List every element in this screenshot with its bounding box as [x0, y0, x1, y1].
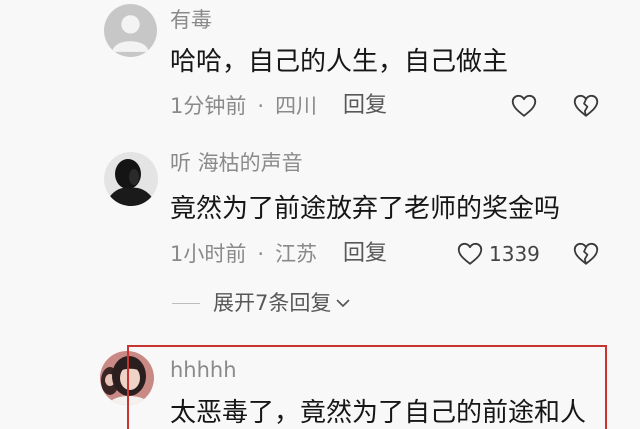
comment-username[interactable]: 听 海枯的声音: [170, 151, 303, 175]
heart-outline-icon: [457, 242, 483, 266]
comment-meta: 1分钟前 · 四川: [170, 94, 317, 118]
like-count: 1339: [489, 242, 540, 266]
avatar-default[interactable]: [104, 4, 157, 57]
comment-text: 竟然为了前途放弃了老师的奖金吗: [170, 194, 561, 224]
comment-username[interactable]: hhhhh: [170, 358, 237, 382]
comment-text: 太恶毒了，竟然为了自己的前途和人: [170, 398, 587, 428]
comment-location: 江苏: [275, 242, 318, 266]
avatar-photo[interactable]: [104, 152, 158, 206]
broken-heart-icon: [573, 94, 599, 118]
avatar-photo[interactable]: [100, 351, 154, 405]
meta-separator: ·: [257, 94, 265, 118]
expand-replies-label: 展开7条回复: [213, 291, 332, 315]
chevron-down-icon: [336, 299, 350, 308]
like-button[interactable]: [511, 94, 537, 118]
comment-text: 哈哈，自己的人生，自己做主: [170, 47, 509, 77]
expand-replies-button[interactable]: 展开7条回复: [213, 291, 350, 315]
comment-time: 1小时前: [170, 242, 247, 266]
meta-separator: ·: [257, 242, 265, 266]
heart-outline-icon: [511, 94, 537, 118]
comment-location: 四川: [275, 94, 318, 118]
comment-username[interactable]: 有毒: [170, 8, 212, 32]
like-button[interactable]: 1339: [457, 242, 540, 266]
reply-button[interactable]: 回复: [343, 94, 387, 118]
broken-heart-icon: [573, 242, 599, 266]
replies-divider: [172, 303, 200, 304]
dislike-button[interactable]: [573, 242, 599, 266]
reply-button[interactable]: 回复: [343, 242, 387, 266]
comment-time: 1分钟前: [170, 94, 247, 118]
dislike-button[interactable]: [573, 94, 599, 118]
comment-meta: 1小时前 · 江苏: [170, 242, 317, 266]
comment-list: 有毒 哈哈，自己的人生，自己做主 1分钟前 · 四川 回复 听 海枯的声音 竟然…: [0, 0, 640, 429]
